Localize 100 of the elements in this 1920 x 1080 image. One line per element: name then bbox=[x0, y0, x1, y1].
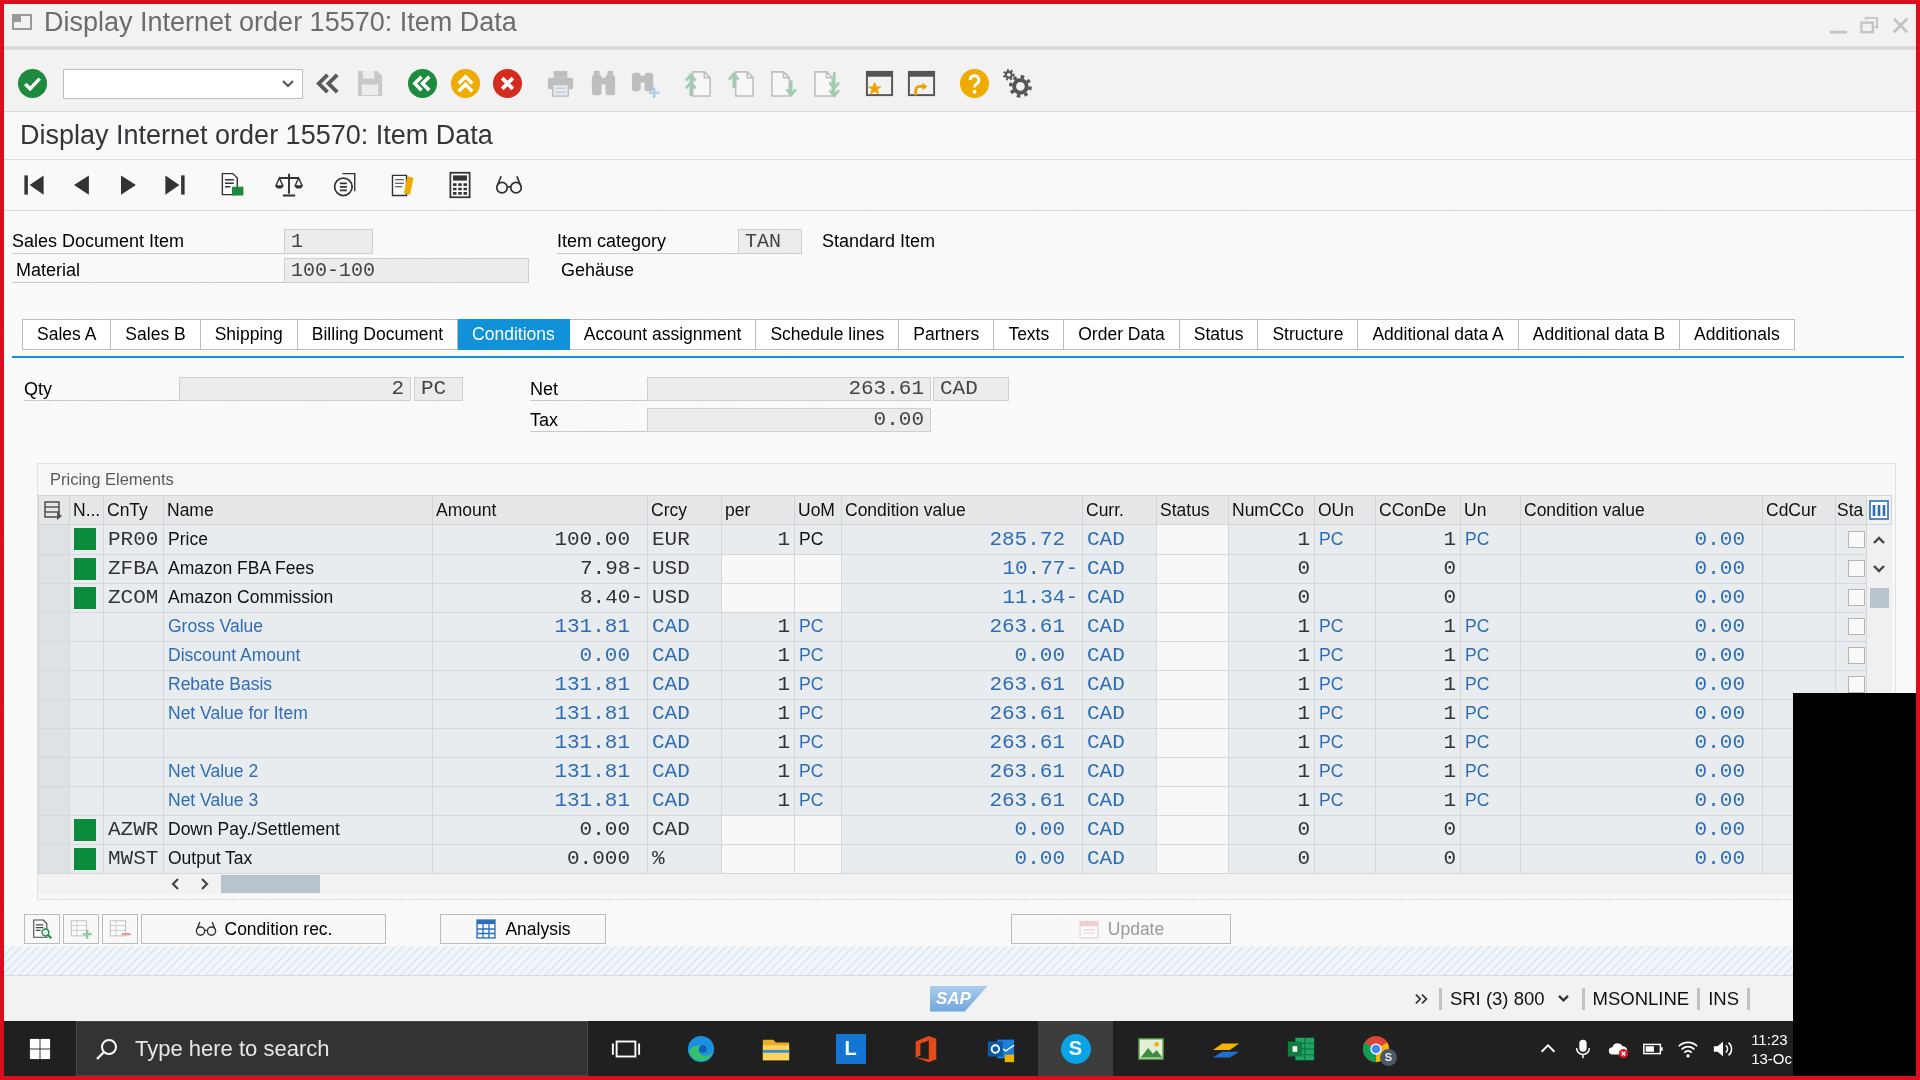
column-header[interactable]: Status bbox=[1156, 495, 1229, 525]
table-cell: 263.61 bbox=[841, 699, 1083, 728]
column-header[interactable]: Condition value bbox=[841, 495, 1083, 525]
unit-field[interactable]: PC bbox=[414, 377, 463, 401]
analysis-button[interactable]: Analysis bbox=[440, 914, 606, 944]
tab[interactable]: Partners bbox=[899, 319, 995, 350]
search-icon bbox=[95, 1036, 119, 1061]
scroll-down-icon[interactable] bbox=[1872, 563, 1886, 574]
checkbox[interactable] bbox=[1848, 676, 1865, 693]
table-cell: 0 bbox=[1375, 815, 1461, 844]
column-header[interactable]: Un bbox=[1460, 495, 1521, 525]
table-cell: MWST bbox=[103, 844, 164, 873]
tab[interactable]: Texts bbox=[994, 319, 1065, 350]
column-header[interactable]: N... bbox=[69, 495, 104, 525]
currency-field[interactable]: CAD bbox=[933, 377, 1009, 401]
tab[interactable]: Account assignment bbox=[569, 319, 757, 350]
column-header[interactable]: Crcy bbox=[647, 495, 722, 525]
table-cell: 1 bbox=[1375, 728, 1461, 757]
tab[interactable]: Additionals bbox=[1680, 319, 1795, 350]
table-cell: 1 bbox=[1375, 699, 1461, 728]
column-header[interactable]: Amount bbox=[432, 495, 648, 525]
table-cell: 1 bbox=[1228, 699, 1315, 728]
table-cell: 1 bbox=[1228, 670, 1315, 699]
table-cell: 0.00 bbox=[1520, 815, 1763, 844]
tax-field[interactable]: 0.00 bbox=[647, 408, 931, 432]
column-header[interactable]: per bbox=[721, 495, 795, 525]
taskbar-button[interactable]: L bbox=[813, 1021, 888, 1076]
checkbox[interactable] bbox=[1848, 560, 1865, 577]
tab[interactable]: Additional data B bbox=[1518, 319, 1681, 350]
tab[interactable]: Sales B bbox=[111, 319, 201, 350]
material-field[interactable]: 100-100 bbox=[284, 257, 529, 283]
item-category-field[interactable]: TAN bbox=[738, 228, 802, 254]
command-field[interactable] bbox=[62, 68, 303, 99]
checkbox[interactable] bbox=[1848, 589, 1865, 606]
form-icon bbox=[1077, 918, 1100, 940]
clock-time[interactable]: 11:23 bbox=[1751, 1029, 1792, 1049]
column-header[interactable]: Sta bbox=[1835, 495, 1867, 525]
scroll-up-icon[interactable] bbox=[1872, 534, 1886, 545]
tab[interactable]: Billing Document bbox=[297, 319, 459, 350]
system-info: SRI (3) 800 bbox=[1449, 987, 1545, 1010]
table-cell: 7.98- bbox=[432, 554, 648, 583]
table-cell: 263.61 bbox=[841, 786, 1083, 815]
taskbar-button[interactable]: S bbox=[1338, 1021, 1413, 1076]
caret-down-icon[interactable] bbox=[1556, 994, 1570, 1003]
dropdown-caret-icon[interactable] bbox=[281, 79, 294, 88]
net-value-field[interactable]: 263.61 bbox=[647, 377, 931, 401]
window-title: Display Internet order 15570: Item Data bbox=[44, 6, 517, 38]
table-layout-icon[interactable] bbox=[44, 500, 64, 520]
checkbox[interactable] bbox=[1848, 530, 1865, 548]
table-cell: 100.00 bbox=[432, 524, 648, 554]
quantity-field[interactable]: 2 bbox=[179, 377, 411, 401]
checkbox[interactable] bbox=[1848, 618, 1865, 635]
scroll-thumb[interactable] bbox=[221, 874, 320, 893]
table-cell: 0 bbox=[1228, 815, 1315, 844]
swirl-logo-icon bbox=[685, 1033, 716, 1064]
table-cell: CAD bbox=[1082, 699, 1157, 728]
scroll-left-icon[interactable] bbox=[170, 876, 180, 891]
search-field[interactable]: Type here to search bbox=[135, 1035, 587, 1062]
column-header[interactable]: OUn bbox=[1314, 495, 1376, 525]
table-cell: 0.000 bbox=[432, 844, 648, 873]
scroll-thumb[interactable] bbox=[1870, 587, 1889, 608]
table-cell: CAD bbox=[647, 641, 722, 670]
table-cell: Amazon FBA Fees bbox=[163, 554, 433, 583]
table-cell: 0 bbox=[1228, 554, 1315, 583]
column-header[interactable]: Name bbox=[163, 495, 433, 525]
table-cell: PC bbox=[1460, 524, 1521, 554]
search-box[interactable]: Type here to search bbox=[76, 1021, 588, 1076]
tab[interactable]: Sales A bbox=[22, 319, 112, 350]
table-plus-icon bbox=[70, 918, 92, 940]
field-label: Sales Document Item bbox=[12, 228, 284, 254]
table-cell: 0.00 bbox=[841, 844, 1083, 873]
tab[interactable]: Order Data bbox=[1064, 319, 1180, 350]
table-cell: 0.00 bbox=[1520, 583, 1763, 612]
table-minus-icon bbox=[109, 918, 131, 940]
table-cell: USD bbox=[647, 554, 722, 583]
column-header[interactable]: Curr. bbox=[1082, 495, 1157, 525]
column-header[interactable]: UoM bbox=[794, 495, 842, 525]
column-header[interactable]: CnTy bbox=[103, 495, 164, 525]
tab[interactable]: Additional data A bbox=[1358, 319, 1519, 350]
table-cell: PC bbox=[1314, 786, 1376, 815]
column-settings-icon[interactable] bbox=[1869, 500, 1889, 520]
table-cell: 131.81 bbox=[432, 786, 648, 815]
sales-document-item-field[interactable]: 1 bbox=[284, 228, 373, 254]
column-header[interactable]: CConDe bbox=[1375, 495, 1461, 525]
column-header[interactable]: NumCCo bbox=[1228, 495, 1315, 525]
condition-record-button[interactable]: Condition rec. bbox=[141, 914, 386, 944]
table-cell: 0.00 bbox=[1520, 524, 1763, 554]
table-cell: 1 bbox=[1375, 612, 1461, 641]
column-header[interactable]: CdCur bbox=[1762, 495, 1836, 525]
tab[interactable]: Shipping bbox=[200, 319, 298, 350]
clock-date[interactable]: 13-Oc bbox=[1751, 1048, 1792, 1068]
tab[interactable]: Schedule lines bbox=[756, 319, 900, 350]
scroll-right-icon[interactable] bbox=[200, 876, 210, 891]
details-button[interactable] bbox=[24, 914, 60, 944]
tab[interactable]: Structure bbox=[1258, 319, 1359, 350]
tab[interactable]: Status bbox=[1179, 319, 1259, 350]
table-cell: 0.00 bbox=[841, 641, 1083, 670]
scales-icon[interactable] bbox=[275, 171, 303, 199]
column-header[interactable]: Condition value bbox=[1520, 495, 1763, 525]
checkbox[interactable] bbox=[1848, 647, 1865, 664]
